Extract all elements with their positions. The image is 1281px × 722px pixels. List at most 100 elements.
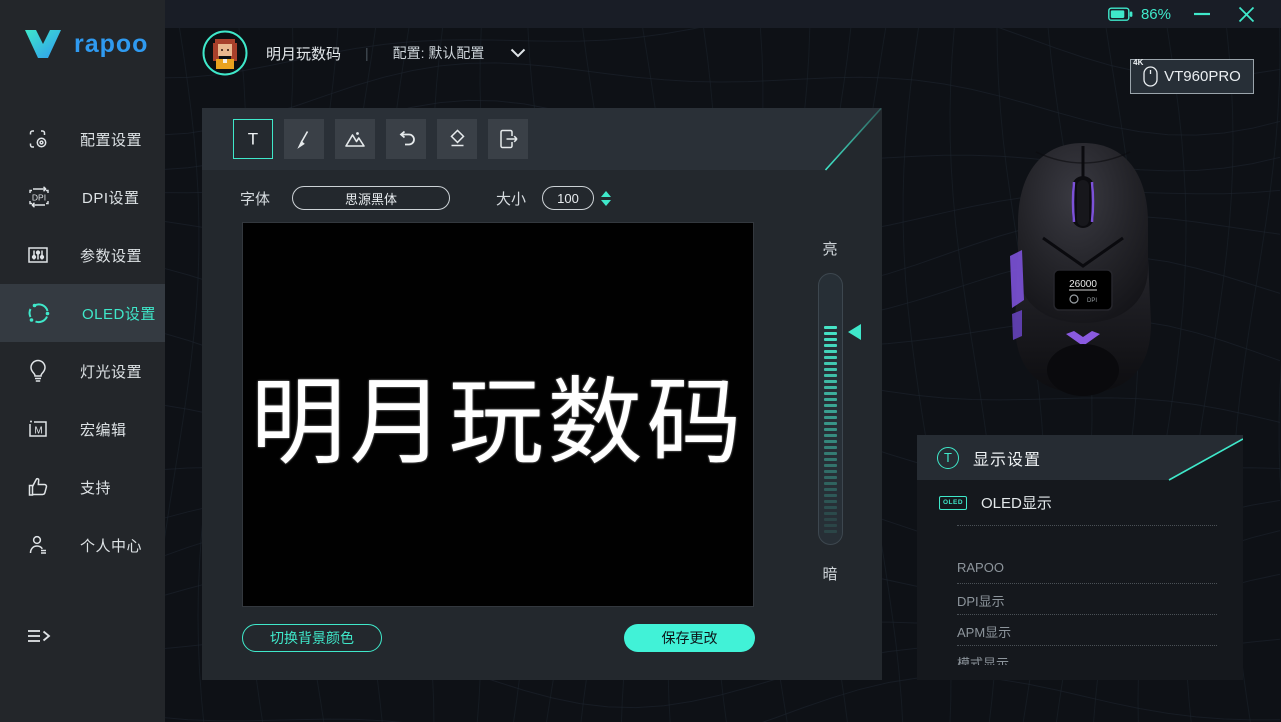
sidebar-item-lighting[interactable]: 灯光设置 [0, 342, 165, 400]
font-size-input[interactable]: 100 [542, 186, 594, 210]
mouse-oled-dpi-value: 26000 [1069, 279, 1097, 290]
brightness-tick [824, 356, 837, 359]
oled-preview-text: 明月玩数码 [250, 346, 745, 483]
display-option-mode[interactable]: 模式显示 [957, 653, 1009, 665]
profile-dropdown-button[interactable] [510, 48, 526, 58]
brightness-tick [824, 434, 837, 437]
brightness-tick [824, 464, 837, 467]
brightness-tick [824, 332, 837, 335]
display-option-dpi[interactable]: DPI显示 [957, 591, 1005, 610]
sidebar-item-parameters[interactable]: 参数设置 [0, 226, 165, 284]
brightness-tick [824, 446, 837, 449]
save-changes-button[interactable]: 保存更改 [624, 624, 755, 652]
display-option-apm[interactable]: APM显示 [957, 622, 1011, 641]
oled-display-row[interactable]: OLED OLED显示 [917, 492, 1243, 513]
stepper-down-icon[interactable] [601, 200, 611, 206]
brightness-tick [824, 326, 837, 329]
brightness-tick [824, 392, 837, 395]
sidebar-item-support[interactable]: 支持 [0, 458, 165, 516]
sidebar-item-label: 配置设置 [80, 129, 142, 150]
username: 明月玩数码 [266, 43, 341, 64]
battery-icon [1108, 7, 1133, 22]
brightness-tick [824, 398, 837, 401]
sidebar-collapse-button[interactable] [26, 626, 52, 653]
font-size-stepper[interactable] [601, 191, 611, 206]
sidebar-item-dpi-settings[interactable]: DPI DPI设置 [0, 168, 165, 226]
display-settings-panel: T 显示设置 OLED OLED显示 RAPOO DPI显示 APM显示 模式显… [917, 435, 1243, 680]
brightness-tick [824, 362, 837, 365]
sidebar-item-label: DPI设置 [82, 187, 140, 208]
brightness-tick [824, 422, 837, 425]
brightness-tick [824, 488, 837, 491]
brightness-tick [824, 338, 837, 341]
brightness-tick [824, 386, 837, 389]
eraser-tool-icon [446, 128, 468, 150]
battery-percent: 86% [1141, 6, 1171, 23]
undo-tool-button[interactable] [386, 119, 426, 159]
display-settings-header: T 显示设置 [917, 435, 1243, 480]
profile-selector[interactable]: 配置: 默认配置 [393, 43, 485, 63]
switch-background-color-button[interactable]: 切换背景颜色 [242, 624, 382, 652]
sidebar-item-label: 支持 [80, 477, 111, 498]
brightness-tick [824, 344, 837, 347]
parameters-icon [26, 243, 50, 267]
list-separator [957, 583, 1217, 584]
brush-tool-icon [293, 128, 315, 150]
brightness-slider-handle[interactable] [848, 324, 861, 340]
battery-status: 86% [1108, 6, 1171, 23]
device-badge[interactable]: 4K VT960PRO [1130, 59, 1254, 94]
close-button[interactable] [1233, 4, 1259, 24]
brightness-tick [824, 440, 837, 443]
font-family-select[interactable]: 思源黑体 [292, 186, 450, 210]
sidebar-item-oled-settings[interactable]: OLED设置 [0, 284, 165, 342]
brush-tool-button[interactable] [284, 119, 324, 159]
sidebar-item-label: 参数设置 [80, 245, 142, 266]
rapoo-wordmark: rapoo [74, 30, 148, 59]
minimize-button[interactable] [1189, 4, 1215, 24]
person-icon [26, 533, 50, 557]
oled-display-label: OLED显示 [981, 492, 1052, 513]
oled-sync-icon [26, 300, 52, 326]
export-tool-button[interactable] [488, 119, 528, 159]
brightness-tick [824, 428, 837, 431]
text-tool-icon: T [242, 128, 264, 150]
tool-buttons: T [233, 119, 528, 159]
4k-tag: 4K [1133, 58, 1143, 67]
close-icon [1238, 6, 1255, 23]
titlebar: 86% [165, 0, 1281, 28]
user-avatar[interactable] [202, 30, 248, 76]
stepper-up-icon[interactable] [601, 191, 611, 197]
sidebar-item-profile-settings[interactable]: 配置设置 [0, 110, 165, 168]
rapoo-v-icon [24, 28, 62, 61]
sidebar-item-label: OLED设置 [82, 303, 156, 324]
svg-text:DPI: DPI [32, 193, 46, 203]
dpi-settings-icon: DPI [26, 185, 52, 209]
sidebar-item-macro-editor[interactable]: M 宏编辑 [0, 400, 165, 458]
brightness-tick [824, 476, 837, 479]
oled-editor-panel: T [202, 108, 882, 680]
lightbulb-icon [26, 358, 50, 384]
text-tool-button[interactable]: T [233, 119, 273, 159]
font-label: 字体 [240, 188, 270, 209]
image-tool-button[interactable] [335, 119, 375, 159]
mouse-oled-dpi-label: DPI [1087, 298, 1097, 304]
brightness-tick [824, 410, 837, 413]
brightness-tick [824, 524, 837, 527]
brightness-slider[interactable] [818, 273, 843, 545]
list-separator [957, 645, 1217, 646]
app-window: 26000 DPI 86% [0, 0, 1281, 722]
brightness-tick [824, 380, 837, 383]
sidebar-item-account[interactable]: 个人中心 [0, 516, 165, 574]
list-separator [957, 614, 1217, 615]
display-option-rapoo[interactable]: RAPOO [957, 560, 1004, 575]
brightness-tick [824, 416, 837, 419]
sidebar-nav: 配置设置 DPI DPI设置 参数设置 [0, 110, 165, 574]
device-model: VT960PRO [1164, 68, 1241, 85]
brightness-min-label: 暗 [810, 563, 850, 584]
sidebar-item-label: 个人中心 [80, 535, 142, 556]
oled-preview-canvas[interactable]: 明月玩数码 [242, 222, 754, 607]
eraser-tool-button[interactable] [437, 119, 477, 159]
brightness-tick [824, 500, 837, 503]
text-circle-icon: T [937, 447, 959, 469]
sidebar: rapoo 配置设置 DPI DPI设置 [0, 0, 165, 722]
